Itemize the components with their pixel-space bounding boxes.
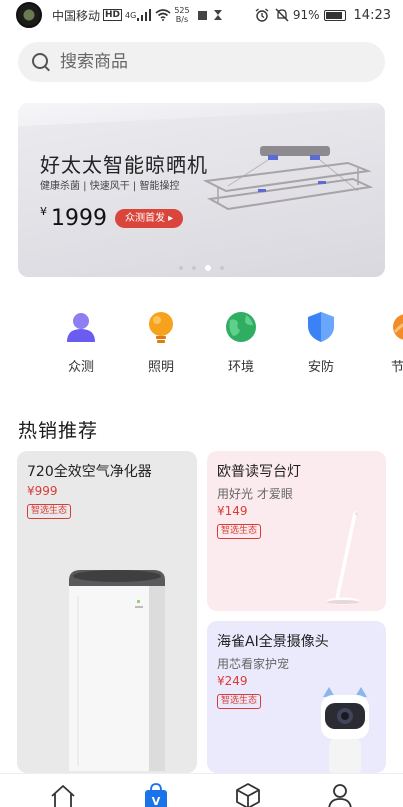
product-price: ¥249 [217, 674, 248, 688]
section-title-hot: 热销推荐 [18, 420, 99, 442]
air-purifier-image [69, 570, 165, 771]
category-label: 环境 [227, 360, 254, 375]
product-name: 欧普读写台灯 [217, 464, 301, 480]
product-description: 用芯看家护宠 [217, 657, 290, 671]
battery-icon [323, 9, 346, 21]
nav-item-mall[interactable]: V [142, 782, 172, 807]
search-icon [30, 51, 52, 73]
alarm-icon [255, 8, 269, 22]
cube-icon [236, 783, 260, 807]
category-item-energy[interactable]: 节 [371, 310, 403, 375]
product-card-desk-lamp[interactable]: 欧普读写台灯 用好光 才爱眼 ¥149 智选生态 [207, 451, 386, 611]
bulb-icon [149, 312, 173, 343]
wifi-icon [155, 9, 171, 21]
category-label: 节 [391, 360, 403, 375]
product-price: ¥999 [27, 484, 58, 498]
nav-item-home[interactable] [49, 782, 79, 807]
carousel-dot[interactable] [220, 266, 224, 270]
category-label: 安防 [307, 360, 334, 375]
energy-icon [393, 314, 403, 340]
product-card-air-purifier[interactable]: 720全效空气净化器 ¥999 智选生态 [17, 451, 197, 773]
product-price: ¥149 [217, 504, 248, 518]
camera-image [321, 687, 369, 773]
search-input[interactable] [60, 52, 340, 72]
carousel-dot-active[interactable] [205, 265, 211, 271]
banner-cta-button[interactable]: 众测首发 ▸ [115, 209, 184, 228]
category-item-security[interactable]: 安防 [291, 310, 351, 375]
clock: 14:23 [353, 7, 391, 23]
search-bar[interactable] [18, 42, 385, 82]
product-description: 用好光 才爱眼 [217, 487, 293, 501]
nav-item-devices[interactable] [234, 782, 264, 807]
bottom-nav: V [0, 773, 403, 807]
net-speed-value: 525 [174, 6, 190, 15]
banner-price-value: 1999 [51, 206, 107, 231]
net-speed: 525 B/s [174, 6, 189, 24]
globe-icon [226, 312, 256, 342]
category-item-crowdtest[interactable]: 众测 [51, 310, 111, 375]
home-icon [51, 785, 75, 807]
carousel-dot[interactable] [179, 266, 183, 270]
signal-label: 4G [125, 10, 137, 20]
drying-rack-image [202, 146, 374, 211]
vmall-bag-icon: V [145, 783, 167, 807]
carrier-name: 中国移动 [52, 8, 101, 23]
carousel-dot[interactable] [192, 266, 196, 270]
hd-indicator: HD [103, 9, 123, 21]
app-avatar [16, 2, 42, 28]
product-name: 海雀AI全景摄像头 [217, 634, 329, 650]
product-tag: 智选生态 [217, 524, 262, 539]
battery-percent: 91% [292, 8, 320, 22]
category-item-environment[interactable]: 环境 [211, 310, 271, 375]
category-label: 照明 [147, 360, 174, 375]
product-card-camera[interactable]: 海雀AI全景摄像头 用芯看家护宠 ¥249 智选生态 [207, 621, 386, 773]
nav-item-profile[interactable] [326, 782, 356, 807]
person-icon [67, 313, 95, 342]
status-bar: 中国移动 HD 4G 525 B/s 91% 14:23 [0, 0, 403, 30]
banner-title: 好太太智能晾晒机 [40, 153, 208, 177]
banner-subtitle: 健康杀菌 | 快速风干 | 智能操控 [40, 181, 180, 192]
product-tag: 智选生态 [217, 694, 262, 709]
carousel-indicator [18, 265, 385, 271]
notification-square-icon [197, 10, 207, 20]
category-label: 众测 [67, 360, 94, 375]
shield-icon [308, 312, 334, 342]
promo-banner[interactable]: 好太太智能晾晒机 健康杀菌 | 快速风干 | 智能操控 ¥1999 众测首发 ▸ [18, 103, 385, 277]
product-tag: 智选生态 [27, 504, 72, 519]
mute-bell-icon [275, 8, 289, 22]
banner-price-symbol: ¥ [40, 205, 47, 218]
hourglass-icon [213, 10, 222, 20]
profile-icon [328, 784, 352, 807]
category-item-lighting[interactable]: 照明 [131, 310, 191, 375]
category-row: 众测 照明 环境 安防 节 [0, 310, 403, 380]
desk-lamp-image [327, 511, 359, 605]
net-speed-unit: B/s [175, 15, 189, 24]
banner-price: ¥1999 [40, 205, 107, 231]
nav-badge-letter: V [152, 795, 161, 807]
signal-icon [137, 9, 152, 21]
product-name: 720全效空气净化器 [27, 464, 152, 480]
